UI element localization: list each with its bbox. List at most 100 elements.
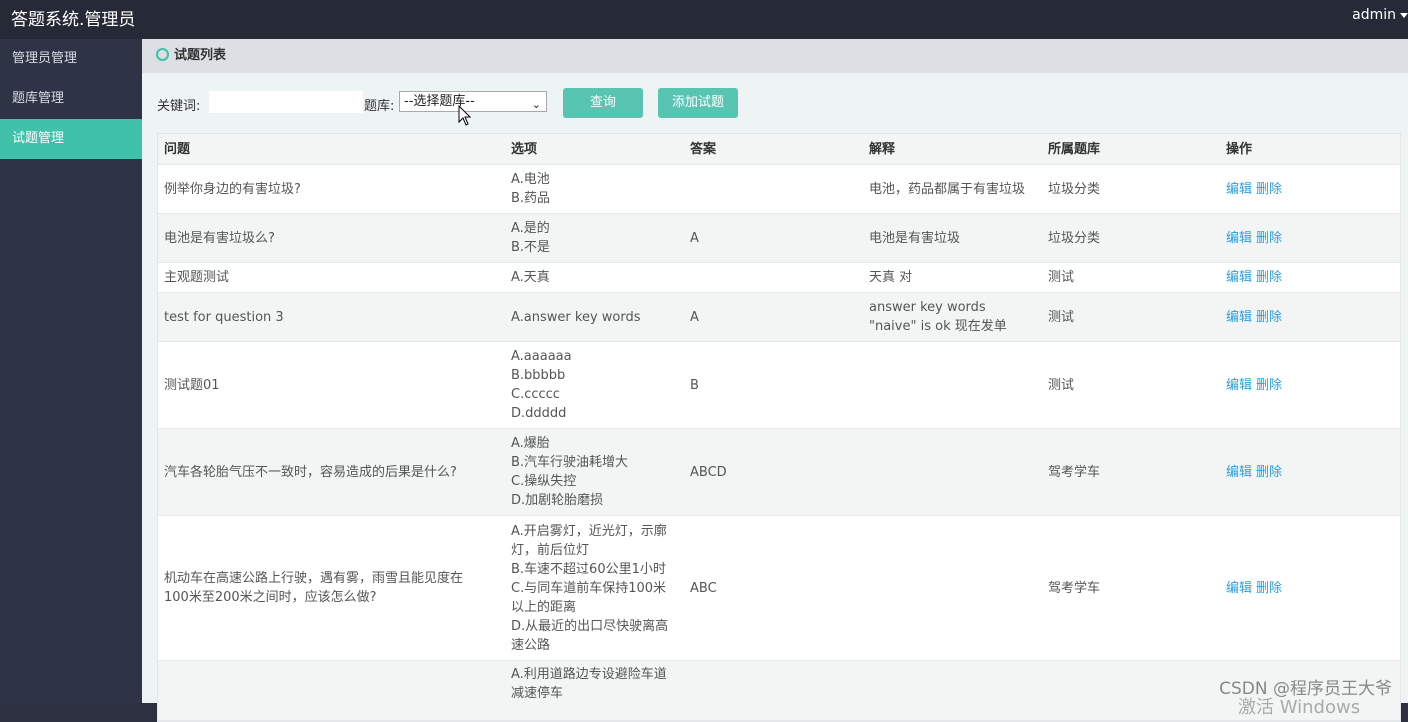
table-row: 电池是有害垃圾么? A.是的 B.不是 A 电池是有害垃圾 垃圾分类 编辑 删除 xyxy=(158,214,1400,263)
actions-cell: 编辑 删除 xyxy=(1226,229,1386,248)
options-cell-line: B.汽车行驶油耗增大 xyxy=(511,455,629,470)
header-actions: 操作 xyxy=(1226,141,1253,157)
question-cell-line: 主观题测试 xyxy=(164,270,230,285)
header-answer: 答案 xyxy=(690,141,717,157)
windows-activation-watermark: 激活 Windows xyxy=(1238,697,1361,718)
question-cell-line: 电池是有害垃圾么? xyxy=(164,230,275,246)
bank-cell: 驾考学车 xyxy=(1048,464,1101,480)
options-cell-line: 以上的距离 xyxy=(511,599,577,615)
options-cell: A.aaaaaa B.bbbbb C.ccccc D.ddddd xyxy=(511,347,683,423)
edit-link[interactable]: 编辑 xyxy=(1226,231,1252,246)
options-cell-line: 减速停车 xyxy=(511,686,564,701)
chevron-down-icon: ⌄ xyxy=(531,98,541,111)
edit-link[interactable]: 编辑 xyxy=(1226,465,1252,480)
bank-cell: 测试 xyxy=(1048,377,1075,393)
panel-header: 试题列表 xyxy=(142,39,1408,73)
options-cell: A.是的 B.不是 xyxy=(511,219,683,257)
question-cell-line: 机动车在高速公路上行驶，遇有雾，雨雪且能见度在 xyxy=(164,571,464,586)
table-row: A.利用道路边专设避险车道 减速停车 xyxy=(158,661,1400,721)
question-cell: 机动车在高速公路上行驶，遇有雾，雨雪且能见度在 100米至200米之间时，应该怎么… xyxy=(164,569,504,607)
explanation-cell: 电池，药品都属于有害垃圾 xyxy=(869,180,1041,199)
options-cell: A.电池 B.药品 xyxy=(511,170,683,208)
delete-link[interactable]: 删除 xyxy=(1256,465,1282,480)
options-cell-line: A.开启雾灯，近光灯，示廓 xyxy=(511,523,667,539)
edit-link[interactable]: 编辑 xyxy=(1226,581,1252,596)
answer-cell: B xyxy=(690,377,699,393)
sidebar-item-admin-manage[interactable]: 管理员管理 xyxy=(0,39,142,79)
explanation-cell-line: 电池，药品都属于有害垃圾 xyxy=(869,181,1026,197)
options-cell-line: A.aaaaaa xyxy=(511,349,572,364)
explanation-cell-line: "naive" is ok 现在发单 xyxy=(869,319,1007,334)
delete-link[interactable]: 删除 xyxy=(1256,231,1282,246)
delete-link[interactable]: 删除 xyxy=(1256,310,1282,325)
query-button[interactable]: 查询 xyxy=(563,88,643,118)
explanation-cell: 电池是有害垃圾 xyxy=(869,229,1041,248)
user-menu[interactable]: admin xyxy=(1352,7,1408,23)
edit-link[interactable]: 编辑 xyxy=(1226,270,1252,285)
edit-link[interactable]: 编辑 xyxy=(1226,310,1252,325)
question-table: 问题 选项 答案 解释 所属题库 操作 例举你身边的有害垃圾? A.电池 B.药品电… xyxy=(157,133,1401,722)
mouse-cursor-icon xyxy=(458,105,472,126)
options-cell: A.利用道路边专设避险车道 减速停车 xyxy=(511,665,683,703)
question-cell: 测试题01 xyxy=(164,376,504,395)
delete-link[interactable]: 删除 xyxy=(1256,378,1282,393)
bank-cell: 测试 xyxy=(1048,270,1075,285)
user-name: admin xyxy=(1352,7,1396,23)
bank-label: 题库: xyxy=(364,99,395,114)
caret-down-icon xyxy=(1400,12,1408,18)
circle-icon xyxy=(156,48,169,61)
options-cell-line: 速公路 xyxy=(511,637,551,653)
options-cell-line: B.车速不超过60公里1小时 xyxy=(511,561,666,577)
delete-link[interactable]: 删除 xyxy=(1256,581,1282,596)
question-cell-line: 测试题01 xyxy=(164,377,220,393)
options-cell-line: D.加剧轮胎磨损 xyxy=(511,493,604,508)
bank-select[interactable]: --选择题库-- ⌄ xyxy=(399,91,547,112)
options-cell: A.开启雾灯，近光灯，示廓 灯，前后位灯 B.车速不超过60公里1小时 C.与同车道前… xyxy=(511,522,683,655)
bank-cell: 垃圾分类 xyxy=(1048,230,1101,246)
question-cell: test for question 3 xyxy=(164,308,504,327)
table-row: 汽车各轮胎气压不一致时，容易造成的后果是什么? A.爆胎 B.汽车行驶油耗增大 C.操… xyxy=(158,429,1400,516)
edit-link[interactable]: 编辑 xyxy=(1226,378,1252,393)
table-header-row: 问题 选项 答案 解释 所属题库 操作 xyxy=(158,134,1400,165)
table-row: 例举你身边的有害垃圾? A.电池 B.药品 电池，药品都属于有害垃圾 垃圾分类 编辑 删除 xyxy=(158,165,1400,214)
question-cell: 汽车各轮胎气压不一致时，容易造成的后果是什么? xyxy=(164,463,504,482)
explanation-cell-line: 天真 对 xyxy=(869,270,913,285)
actions-cell: 编辑 删除 xyxy=(1226,579,1386,598)
question-cell: 主观题测试 xyxy=(164,268,504,287)
edit-link[interactable]: 编辑 xyxy=(1226,182,1252,197)
sidebar-item-bank-manage[interactable]: 题库管理 xyxy=(0,79,142,119)
sidebar-item-question-manage[interactable]: 试题管理 xyxy=(0,119,142,159)
delete-link[interactable]: 删除 xyxy=(1256,182,1282,197)
question-cell-line: 例举你身边的有害垃圾? xyxy=(164,181,301,197)
options-cell-line: A.是的 xyxy=(511,221,550,236)
options-cell-line: A.answer key words xyxy=(511,309,641,325)
options-cell: A.answer key words xyxy=(511,308,683,327)
delete-link[interactable]: 删除 xyxy=(1256,270,1282,285)
keyword-input[interactable] xyxy=(209,91,363,113)
add-question-button[interactable]: 添加试题 xyxy=(658,88,738,118)
top-bar: 答题系统.管理员 admin xyxy=(0,0,1408,39)
options-cell-line: B.bbbbb xyxy=(511,368,566,383)
answer-cell: ABCD xyxy=(690,464,727,480)
options-cell-line: A.天真 xyxy=(511,270,550,285)
options-cell-line: C.操纵失控 xyxy=(511,474,577,489)
table-row: 机动车在高速公路上行驶，遇有雾，雨雪且能见度在 100米至200米之间时，应该怎么… xyxy=(158,516,1400,661)
main-content: 试题列表 关键词: 题库: --选择题库-- ⌄ 查询 添加试题 问题 选项 答案… xyxy=(142,39,1408,722)
options-cell-line: C.与同车道前车保持100米 xyxy=(511,580,667,596)
question-cell: 电池是有害垃圾么? xyxy=(164,229,504,248)
actions-cell: 编辑 删除 xyxy=(1226,180,1386,199)
actions-cell: 编辑 删除 xyxy=(1226,463,1386,482)
explanation-cell-line: 电池是有害垃圾 xyxy=(869,230,961,246)
answer-cell: A xyxy=(690,309,699,325)
options-cell-line: B.不是 xyxy=(511,240,551,255)
bank-cell: 垃圾分类 xyxy=(1048,181,1101,197)
header-bank: 所属题库 xyxy=(1048,141,1101,157)
table-row: 主观题测试 A.天真 天真 对 测试 编辑 删除 xyxy=(158,263,1400,293)
table-row: 测试题01 A.aaaaaa B.bbbbb C.ccccc D.ddddd B 测试 编辑删… xyxy=(158,342,1400,429)
options-cell: A.爆胎 B.汽车行驶油耗增大 C.操纵失控 D.加剧轮胎磨损 xyxy=(511,434,683,510)
actions-cell: 编辑 删除 xyxy=(1226,268,1386,287)
options-cell-line: 灯，前后位灯 xyxy=(511,542,590,558)
bank-cell: 测试 xyxy=(1048,309,1075,325)
app-title: 答题系统.管理员 xyxy=(11,10,136,30)
question-cell-line: test for question 3 xyxy=(164,309,284,325)
